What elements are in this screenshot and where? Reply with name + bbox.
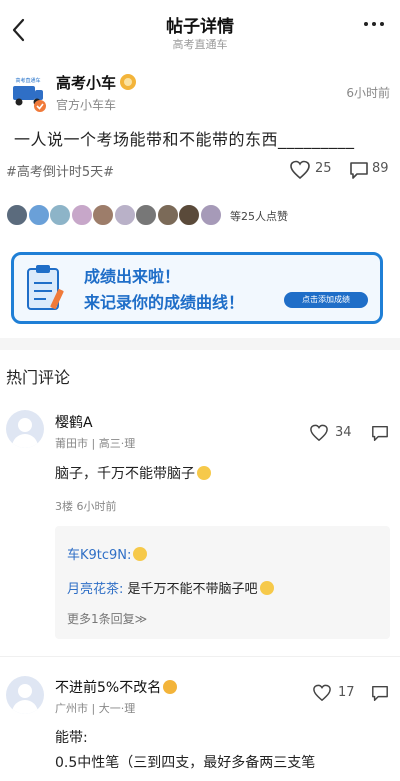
commenter-meta: 莆田市 | 高三·理 [55, 437, 136, 450]
post-tag[interactable]: #高考倒计时5天# [6, 161, 114, 180]
comment-text: 0.5中性笔（三到四支，最好多备两三支笔 [55, 755, 316, 771]
commenter-name[interactable]: 樱鹤A [55, 412, 93, 432]
page-title: 帖子详情 [166, 17, 234, 37]
dog-emoji-icon [197, 466, 211, 480]
liker-avatar[interactable] [199, 204, 222, 226]
badge-icon [163, 680, 178, 694]
commenter-name[interactable]: 不进前5%不改名 [55, 677, 178, 697]
comment-text: 脑子，千万不能带脑子 [55, 463, 211, 483]
heart-icon[interactable] [312, 684, 332, 702]
liker-avatar[interactable] [135, 204, 157, 226]
comment-separator [0, 656, 400, 657]
liker-avatar[interactable] [27, 204, 50, 226]
reply-icon[interactable] [370, 684, 390, 702]
like-count: 25 [315, 161, 332, 176]
author-role: 官方小车车 [56, 98, 117, 112]
page-subtitle: 高考直通车 [172, 38, 228, 51]
official-badge-icon [120, 74, 136, 90]
liker-avatar[interactable] [92, 204, 114, 226]
banner-headline: 成绩出来啦！ [84, 267, 181, 286]
likers-count-text[interactable]: 等25人点赞 [230, 208, 288, 224]
more-replies-link[interactable]: 更多1条回复≫ [67, 610, 147, 627]
liker-avatar[interactable] [113, 204, 136, 226]
comment-like-count: 34 [335, 425, 352, 440]
reply-box[interactable]: 车K9tc9N: 月亮花茶: 是千万不能不带脑子吧 更多1条回复≫ [55, 526, 390, 639]
commenter-avatar[interactable] [6, 410, 44, 448]
comment-text: 能带: [55, 730, 88, 746]
add-score-button[interactable]: 点击添加成绩 [284, 292, 368, 308]
reply-item[interactable]: 车K9tc9N: [67, 544, 148, 563]
svg-text:高考直通车: 高考直通车 [15, 77, 40, 84]
commenter-avatar[interactable] [6, 676, 44, 714]
reply-item[interactable]: 月亮花茶: 是千万不能不带脑子吧 [67, 578, 274, 597]
author-avatar[interactable]: 高考直通车 [8, 73, 48, 113]
hot-comments-title: 热门评论 [6, 368, 71, 387]
comment-floor-time: 3楼 6小时前 [55, 500, 117, 513]
score-banner[interactable]: 成绩出来啦！ 来记录你的成绩曲线！ 点击添加成绩 [11, 252, 383, 324]
liker-avatar[interactable] [178, 204, 200, 226]
liker-avatar[interactable] [156, 204, 179, 226]
liker-avatar[interactable] [6, 204, 28, 226]
banner-subline: 来记录你的成绩曲线！ [84, 293, 245, 312]
more-options-icon[interactable] [364, 20, 386, 28]
post-time: 6小时前 [346, 86, 390, 100]
commenter-meta: 广州市 | 大一·理 [55, 702, 136, 715]
section-divider [0, 338, 400, 350]
comment-count: 89 [372, 161, 389, 176]
heart-icon[interactable] [309, 424, 329, 442]
liker-avatar[interactable] [70, 204, 93, 226]
laugh-emoji-icon [259, 581, 274, 595]
grin-emoji-icon [133, 547, 148, 561]
comment-like-count: 17 [338, 685, 355, 700]
heart-icon[interactable] [289, 160, 311, 180]
clipboard-icon [27, 265, 64, 310]
author-name[interactable]: 高考小车 [56, 72, 116, 93]
liker-avatar[interactable] [49, 204, 71, 226]
post-body: 一人说一个考场能带和不能带的东西_________ [14, 130, 355, 149]
comment-icon[interactable] [348, 160, 370, 180]
reply-icon[interactable] [370, 424, 390, 442]
